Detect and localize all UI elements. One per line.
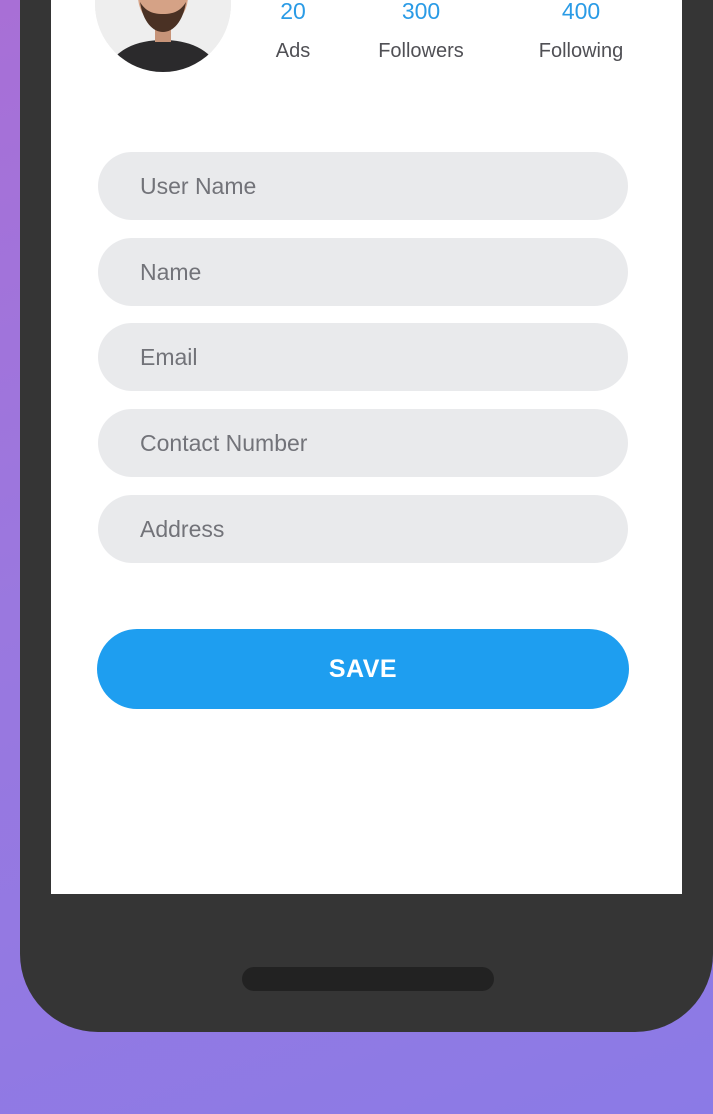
email-field[interactable] xyxy=(98,323,628,391)
profile-screen: 20 Ads 300 Followers 400 Following SAVE xyxy=(51,0,682,894)
ads-label[interactable]: Ads xyxy=(258,40,328,63)
followers-label[interactable]: Followers xyxy=(361,40,481,63)
avatar[interactable] xyxy=(95,0,231,72)
user-name-field[interactable] xyxy=(98,152,628,220)
following-count[interactable]: 400 xyxy=(541,0,621,25)
following-label[interactable]: Following xyxy=(521,40,641,63)
followers-count[interactable]: 300 xyxy=(381,0,461,25)
contact-number-field[interactable] xyxy=(98,409,628,477)
person-portrait-icon xyxy=(95,0,231,72)
save-button[interactable]: SAVE xyxy=(97,629,629,709)
ads-count[interactable]: 20 xyxy=(268,0,318,25)
home-indicator[interactable] xyxy=(242,967,494,991)
name-field[interactable] xyxy=(98,238,628,306)
address-field[interactable] xyxy=(98,495,628,563)
